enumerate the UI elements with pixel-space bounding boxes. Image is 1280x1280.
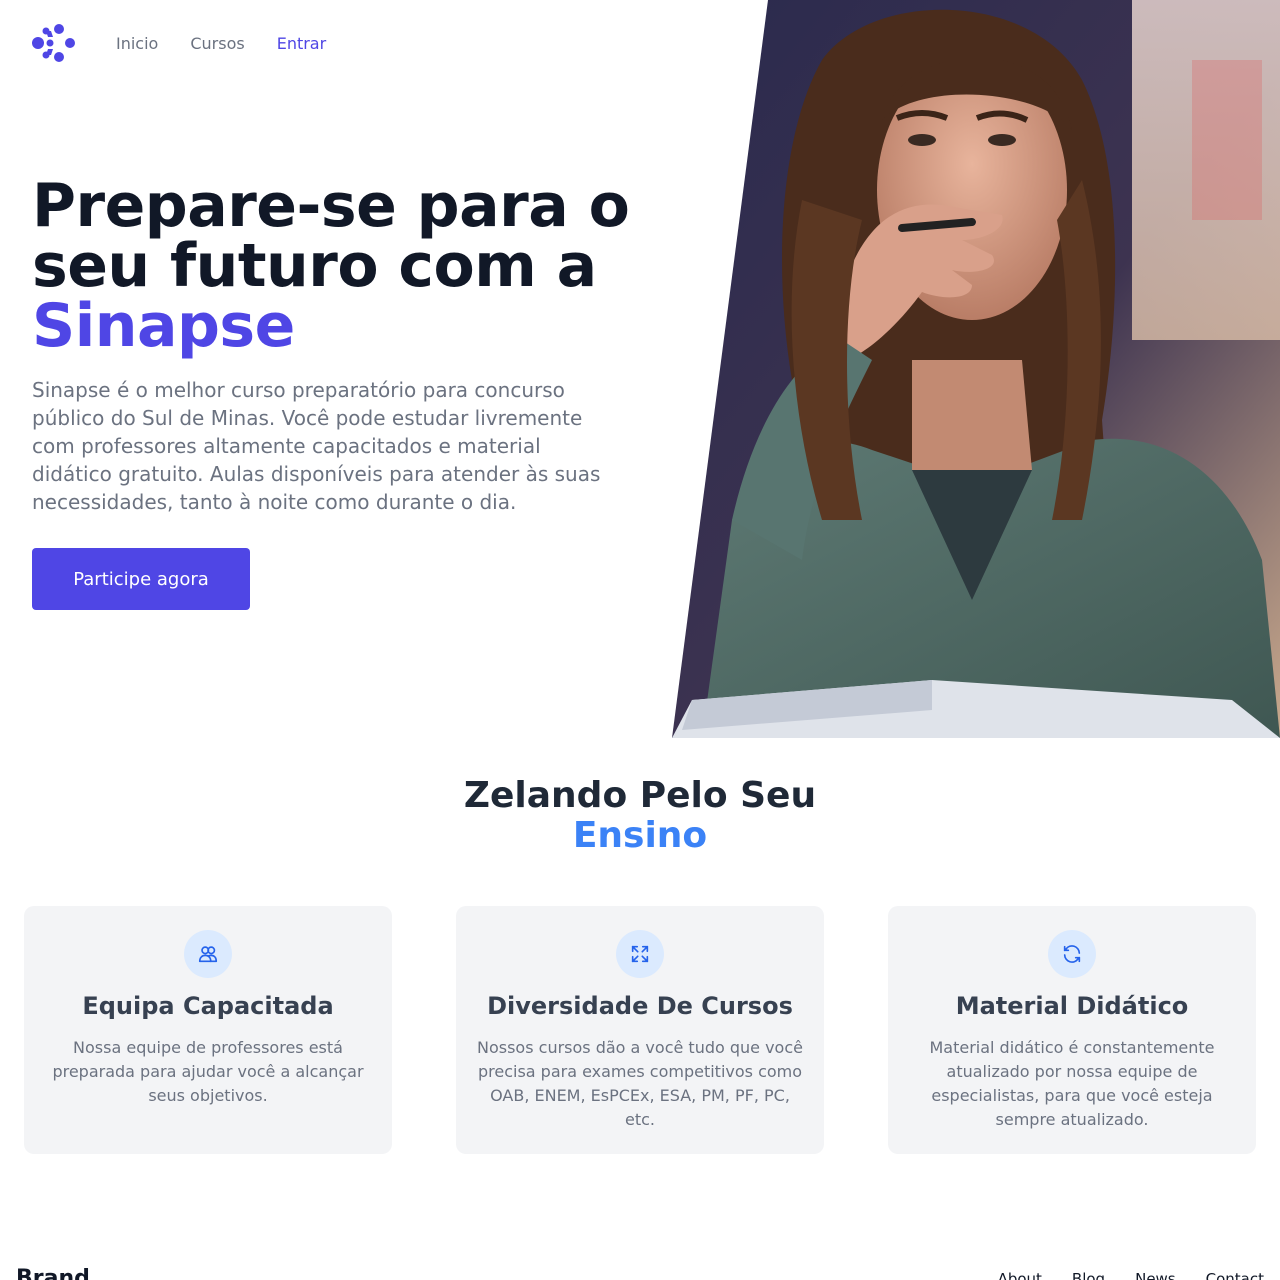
features-title-accent: Ensino xyxy=(572,815,708,856)
refresh-icon xyxy=(1048,930,1096,978)
nav-cursos-link[interactable]: Cursos xyxy=(190,34,244,53)
feature-card-title: Equipa Capacitada xyxy=(82,992,334,1020)
footer-contact-link[interactable]: Contact xyxy=(1206,1270,1264,1280)
expand-icon xyxy=(616,930,664,978)
feature-card-text: Nossa equipe de professores está prepara… xyxy=(52,1038,364,1105)
users-icon xyxy=(184,930,232,978)
student-thinking-photo-icon xyxy=(672,0,1280,738)
logo-icon[interactable] xyxy=(32,23,76,63)
participate-now-button[interactable]: Participe agora xyxy=(32,548,250,610)
feature-card-text: Nossos cursos dão a você tudo que você p… xyxy=(477,1038,803,1129)
features-cards: Equipa Capacitada Nossa equipe de profes… xyxy=(24,906,1256,1154)
nav-links: Inicio Cursos Entrar xyxy=(116,34,326,53)
footer-news-link[interactable]: News xyxy=(1135,1270,1176,1280)
nav-entrar-link[interactable]: Entrar xyxy=(277,34,326,53)
hero-description: Sinapse é o melhor curso preparatório pa… xyxy=(32,378,601,514)
feature-card-text: Material didático é constantemente atual… xyxy=(929,1038,1215,1129)
footer-about-link[interactable]: About xyxy=(998,1270,1042,1280)
main-nav: Inicio Cursos Entrar xyxy=(32,22,326,64)
footer-brand[interactable]: Brand xyxy=(16,1266,90,1280)
feature-card-title: Material Didático xyxy=(955,992,1189,1020)
footer-links: About Blog News Contact xyxy=(998,1270,1264,1280)
hero-title: Prepare-se para o seu futuro com a Sinap… xyxy=(32,176,672,356)
hero-title-accent: Sinapse xyxy=(32,291,295,361)
hero-image xyxy=(672,0,1280,738)
feature-card-team: Equipa Capacitada Nossa equipe de profes… xyxy=(24,906,392,1154)
footer-blog-link[interactable]: Blog xyxy=(1072,1270,1105,1280)
feature-card-title: Diversidade De Cursos xyxy=(487,992,793,1020)
features-title-main: Zelando Pelo Seu xyxy=(463,775,817,816)
nav-inicio-link[interactable]: Inicio xyxy=(116,34,158,53)
feature-card-courses: Diversidade De Cursos Nossos cursos dão … xyxy=(456,906,824,1154)
features-title: Zelando Pelo Seu Ensino xyxy=(0,776,1280,856)
feature-card-material: Material Didático Material didático é co… xyxy=(888,906,1256,1154)
